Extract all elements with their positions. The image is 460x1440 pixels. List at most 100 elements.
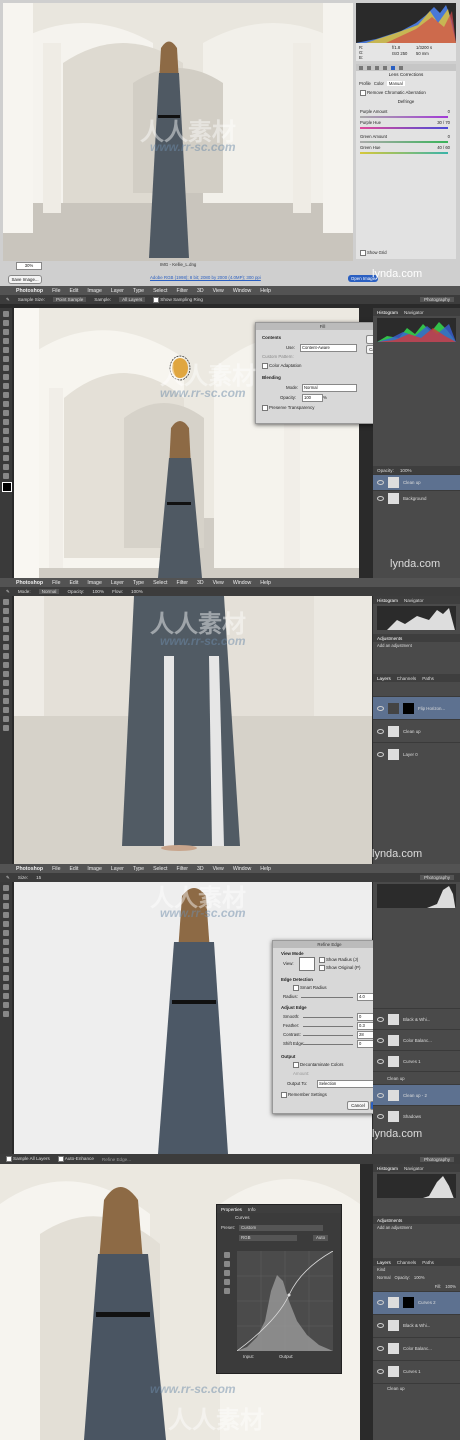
curves-graph[interactable]: [237, 1251, 333, 1351]
eye-icon[interactable]: [377, 1300, 384, 1306]
dodge-tool-icon[interactable]: [3, 419, 9, 425]
layer-row[interactable]: Color Balanc...: [373, 1029, 460, 1050]
smooth-field[interactable]: 0: [357, 1013, 374, 1021]
size-value[interactable]: 15: [36, 875, 41, 880]
eye-icon[interactable]: [377, 1369, 384, 1375]
preserve-transparency-checkbox[interactable]: Preserve Transparency: [262, 405, 314, 411]
preset-select[interactable]: Custom: [239, 1224, 323, 1231]
radius-field[interactable]: 4.0: [357, 993, 374, 1001]
gray-point-eyedropper-icon[interactable]: [224, 1279, 230, 1285]
white-point-eyedropper-icon[interactable]: [224, 1288, 230, 1294]
menu-select[interactable]: Select: [153, 580, 167, 586]
menu-layer[interactable]: Layer: [111, 866, 124, 872]
menu-help[interactable]: Help: [260, 580, 271, 586]
type-tool-icon[interactable]: [3, 707, 9, 713]
tab-paths[interactable]: Paths: [422, 676, 434, 681]
eye-icon[interactable]: [377, 496, 384, 501]
layer-row[interactable]: Clean up: [373, 474, 460, 490]
eraser-tool-icon[interactable]: [3, 966, 9, 972]
sample-all-layers-checkbox[interactable]: Sample All Layers: [6, 1156, 50, 1162]
move-tool-icon[interactable]: [3, 311, 9, 317]
radius-slider[interactable]: [301, 997, 353, 998]
menu-file[interactable]: File: [52, 866, 60, 872]
layer-row[interactable]: Flip Horizon...: [373, 696, 460, 720]
menu-view[interactable]: View: [213, 288, 224, 294]
tab-histogram[interactable]: Histogram: [377, 1166, 398, 1171]
brush-icon[interactable]: ✎: [6, 589, 10, 595]
refine-cancel-button[interactable]: Cancel: [347, 1101, 369, 1110]
layer-row[interactable]: Clean up: [373, 719, 460, 742]
menu-filter[interactable]: Filter: [176, 580, 188, 586]
layer-row[interactable]: Curves 1: [373, 1050, 460, 1071]
lasso-tool-icon[interactable]: [3, 903, 9, 909]
tab-paths[interactable]: Paths: [422, 1260, 434, 1265]
mode-select[interactable]: Normal: [38, 589, 60, 594]
tab-histogram[interactable]: Histogram: [377, 310, 398, 315]
brush-tool-icon[interactable]: [3, 948, 9, 954]
stamp-tool-icon[interactable]: [3, 671, 9, 677]
healing-tool-icon[interactable]: [3, 365, 9, 371]
tab-channels[interactable]: Channels: [397, 1260, 416, 1265]
menu-view[interactable]: View: [213, 866, 224, 872]
eye-icon[interactable]: [377, 1092, 384, 1098]
menu-filter[interactable]: Filter: [176, 866, 188, 872]
view-thumbnail[interactable]: [299, 957, 315, 971]
workspace-select[interactable]: Photography: [419, 297, 454, 302]
healing-tool-icon[interactable]: [3, 653, 9, 659]
pen-tool-icon[interactable]: [3, 698, 9, 704]
menu-image[interactable]: Image: [87, 288, 101, 294]
menu-window[interactable]: Window: [233, 580, 251, 586]
menu-3d[interactable]: 3D: [197, 580, 204, 586]
layer-row[interactable]: Black & Whi...: [373, 1313, 460, 1337]
pen-tool-icon[interactable]: [3, 428, 9, 434]
menu-image[interactable]: Image: [87, 866, 101, 872]
eye-icon[interactable]: [377, 1113, 384, 1119]
marquee-tool-icon[interactable]: [3, 608, 9, 614]
layer-filter-select[interactable]: Kind: [373, 1266, 460, 1274]
move-tool-icon[interactable]: [3, 599, 9, 605]
menu-photoshop[interactable]: Photoshop: [16, 288, 43, 294]
pen-tool-icon[interactable]: [3, 984, 9, 990]
opacity-value[interactable]: 100%: [92, 589, 104, 594]
zoom-field[interactable]: 30%: [16, 262, 42, 270]
eye-icon[interactable]: [377, 1058, 384, 1064]
menu-window[interactable]: Window: [233, 866, 251, 872]
marquee-tool-icon[interactable]: [3, 894, 9, 900]
eyedropper-tool-icon[interactable]: [3, 356, 9, 362]
tab-info[interactable]: Info: [248, 1207, 256, 1212]
layer-row[interactable]: Curves 1: [373, 1359, 460, 1383]
menu-file[interactable]: File: [52, 288, 60, 294]
eye-icon[interactable]: [377, 1037, 384, 1043]
show-original-checkbox[interactable]: Show Original (P): [319, 965, 360, 971]
menu-edit[interactable]: Edit: [69, 580, 78, 586]
hand-tool-icon[interactable]: [3, 464, 9, 470]
contrast-slider[interactable]: [303, 1035, 353, 1036]
show-radius-checkbox[interactable]: Show Radius (J): [319, 957, 358, 963]
output-to-select[interactable]: Selection: [317, 1080, 380, 1088]
tab-navigator[interactable]: Navigator: [404, 310, 424, 315]
brush-tool-icon[interactable]: [3, 662, 9, 668]
menu-type[interactable]: Type: [133, 866, 144, 872]
lasso-tool-icon[interactable]: [3, 617, 9, 623]
eraser-tool-icon[interactable]: [3, 401, 9, 407]
layer-row[interactable]: Clean up: [373, 1071, 460, 1084]
quick-select-tool-icon[interactable]: [3, 912, 9, 918]
eye-icon[interactable]: [377, 728, 384, 734]
tab-layers[interactable]: Layers: [377, 1260, 391, 1265]
flow-value[interactable]: 100%: [131, 589, 143, 594]
gradient-tool-icon[interactable]: [3, 975, 9, 981]
sample-size-select[interactable]: Point Sample: [52, 297, 87, 302]
eyedropper-icon[interactable]: ✎: [6, 297, 10, 303]
tab-channels[interactable]: Channels: [397, 676, 416, 681]
marquee-tool-icon[interactable]: [3, 320, 9, 326]
quick-select-icon[interactable]: ✎: [6, 875, 10, 881]
crop-tool-icon[interactable]: [3, 635, 9, 641]
sample-select[interactable]: All Layers: [119, 297, 146, 302]
menu-3d[interactable]: 3D: [197, 866, 204, 872]
layer-row[interactable]: Background: [373, 490, 460, 506]
feather-field[interactable]: 0.3: [357, 1022, 374, 1030]
stamp-tool-icon[interactable]: [3, 957, 9, 963]
layer-row[interactable]: Layer 0: [373, 742, 460, 765]
eye-icon[interactable]: [377, 1346, 384, 1352]
shape-tool-icon[interactable]: [3, 455, 9, 461]
